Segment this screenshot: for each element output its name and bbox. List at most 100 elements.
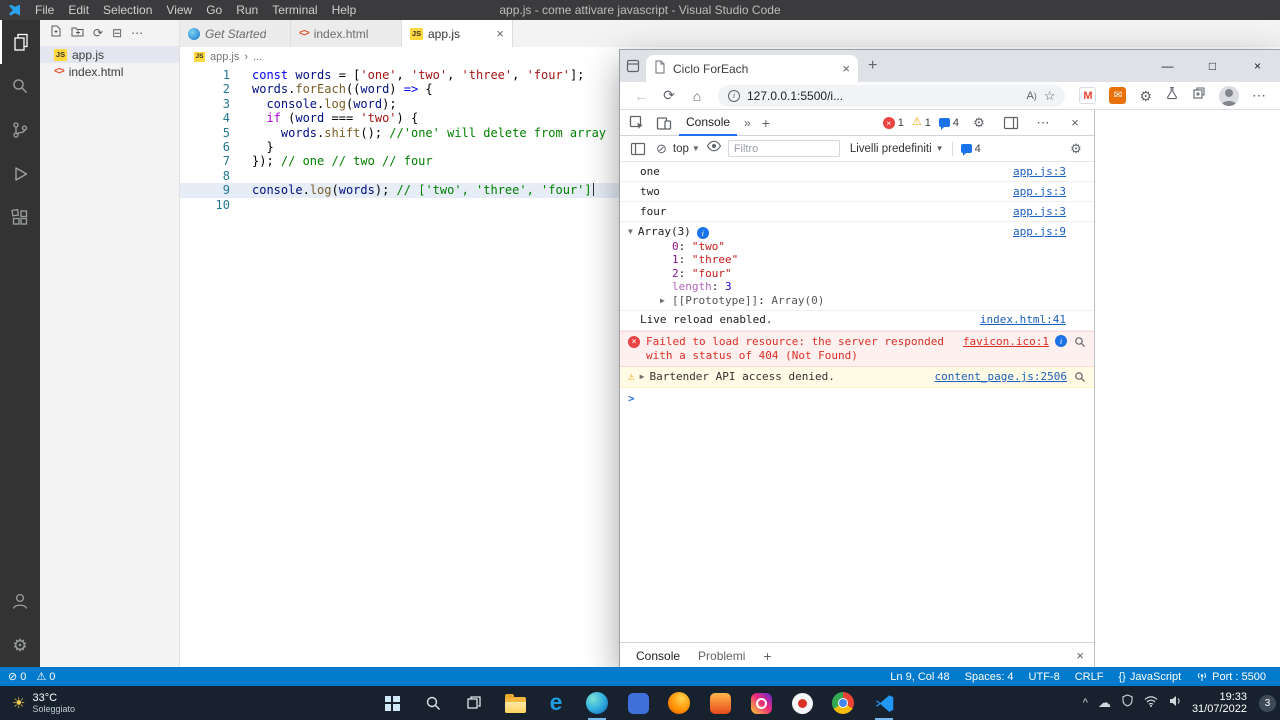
search-icon[interactable] [0, 64, 40, 108]
context-selector[interactable]: top▼ [673, 143, 700, 155]
site-info-icon[interactable]: i [728, 90, 740, 102]
menu-selection[interactable]: Selection [96, 0, 159, 20]
eye-icon[interactable] [706, 138, 722, 159]
collapse-all-icon[interactable]: ⊟ [112, 27, 122, 39]
mail-extension-icon[interactable]: ✉ [1109, 87, 1126, 104]
task-view-button[interactable] [462, 691, 486, 715]
new-tab-button[interactable]: + [868, 58, 877, 74]
problems-errors[interactable]: ⊘0 [8, 670, 26, 683]
console-prompt[interactable]: > [628, 392, 635, 405]
window-close-button[interactable]: × [1235, 50, 1280, 82]
console-source-link[interactable]: content_page.js:2506 [935, 370, 1067, 384]
address-bar[interactable]: i 127.0.0.1:5500/i... A) ☆ [718, 85, 1065, 107]
info-badge-icon[interactable]: i [697, 227, 709, 239]
property-row[interactable]: 1: "three" [628, 253, 1066, 267]
breadcrumb-file[interactable]: app.js [210, 51, 239, 63]
window-minimize-button[interactable]: — [1145, 50, 1190, 82]
taskbar-search-button[interactable] [421, 691, 445, 715]
menu-edit[interactable]: Edit [61, 0, 96, 20]
search-similar-icon[interactable] [1074, 336, 1086, 348]
devtools-tab-console[interactable]: Console [679, 110, 737, 136]
add-drawer-tab-button[interactable]: + [757, 648, 777, 664]
collapse-caret-icon[interactable]: ▼ [628, 225, 633, 239]
devtools-more-icon[interactable]: ⋯ [1031, 111, 1055, 135]
tab-index-html[interactable]: <> index.html [291, 20, 402, 47]
more-actions-icon[interactable]: ⋯ [131, 27, 143, 39]
gmail-extension-icon[interactable]: M [1079, 87, 1096, 104]
window-maximize-button[interactable]: □ [1190, 50, 1235, 82]
browser-menu-icon[interactable]: ⋯ [1252, 87, 1266, 104]
devtools-close-icon[interactable]: × [1063, 111, 1087, 135]
console-source-link[interactable]: favicon.ico:1 [963, 335, 1049, 349]
new-folder-icon[interactable] [71, 24, 84, 42]
add-panel-button[interactable]: + [758, 115, 774, 131]
indentation[interactable]: Spaces: 4 [965, 671, 1014, 683]
file-explorer-icon[interactable] [503, 691, 527, 715]
dock-side-icon[interactable] [999, 111, 1023, 135]
extension-gear-icon[interactable]: ⚙ [1139, 89, 1152, 103]
tray-volume-icon[interactable] [1168, 694, 1182, 712]
error-count-badge[interactable]: ×1 [883, 117, 904, 129]
settings-gear-icon[interactable]: ⚙ [0, 623, 40, 667]
file-item-indexhtml[interactable]: <> index.html [40, 63, 179, 80]
menu-view[interactable]: View [159, 0, 199, 20]
weather-widget[interactable]: ☀ 33°C Soleggiato [0, 686, 87, 720]
refresh-icon[interactable]: ⟳ [93, 27, 103, 39]
device-toolbar-icon[interactable] [652, 111, 676, 135]
drawer-close-icon[interactable]: × [1076, 648, 1084, 663]
devtools-settings-icon[interactable]: ⚙ [967, 111, 991, 135]
problems-warnings[interactable]: ⚠0 [36, 670, 55, 683]
menu-run[interactable]: Run [229, 0, 265, 20]
console-source-link[interactable]: app.js:9 [1013, 225, 1066, 239]
page-content[interactable] [1095, 110, 1280, 668]
profile-avatar[interactable] [1219, 86, 1239, 106]
property-row[interactable]: length: 3 [628, 280, 1066, 294]
blue-app-icon[interactable] [626, 691, 650, 715]
back-icon[interactable]: ← [628, 88, 654, 104]
refresh-icon[interactable]: ⟳ [656, 87, 682, 104]
notification-badge[interactable]: 3 [1259, 695, 1276, 712]
browser-tab[interactable]: Ciclo ForEach × [646, 55, 858, 82]
url-text[interactable]: 127.0.0.1:5500/i... [747, 89, 843, 103]
property-row[interactable]: ▶[[Prototype]]: Array(0) [628, 294, 1066, 308]
tab-app-js[interactable]: JS app.js × [402, 20, 513, 47]
console-settings-icon[interactable]: ⚙ [1064, 137, 1088, 161]
console-source-link[interactable]: app.js:3 [1013, 205, 1066, 219]
extensions-icon[interactable] [0, 196, 40, 240]
instagram-icon[interactable] [749, 691, 773, 715]
search-similar-icon[interactable] [1074, 371, 1086, 383]
warning-count-badge[interactable]: ⚠1 [912, 117, 931, 129]
language-mode[interactable]: {}JavaScript [1118, 671, 1181, 683]
taskbar-clock[interactable]: 19:33 31/07/2022 [1192, 691, 1247, 716]
account-icon[interactable] [0, 579, 40, 623]
tray-wifi-icon[interactable] [1144, 694, 1158, 712]
clear-console-icon[interactable]: ⊘ [656, 141, 667, 157]
property-row[interactable]: 0: "two" [628, 240, 1066, 254]
inspect-icon[interactable] [625, 111, 649, 135]
edge-icon[interactable] [585, 691, 609, 715]
property-row[interactable]: 2: "four" [628, 267, 1066, 281]
issue-badge-icon[interactable]: i [1055, 335, 1067, 347]
more-tabs-icon[interactable]: » [740, 116, 755, 130]
eol-sequence[interactable]: CRLF [1075, 671, 1104, 683]
read-aloud-icon[interactable]: A) [1026, 90, 1036, 102]
explorer-icon[interactable] [0, 20, 40, 64]
start-button[interactable] [380, 691, 404, 715]
run-debug-icon[interactable] [0, 152, 40, 196]
source-control-icon[interactable] [0, 108, 40, 152]
light-app-icon[interactable] [790, 691, 814, 715]
expand-caret-icon[interactable]: ▶ [640, 370, 645, 384]
tray-cloud-icon[interactable]: ☁ [1098, 695, 1111, 711]
tab-close-icon[interactable]: × [842, 61, 850, 76]
log-levels-selector[interactable]: Livelli predefiniti▼ [850, 143, 944, 155]
edge-legacy-icon[interactable]: e [544, 691, 568, 715]
collections-icon[interactable] [1192, 86, 1206, 105]
console-filter-input[interactable] [728, 140, 840, 157]
menu-go[interactable]: Go [199, 0, 229, 20]
hidden-icons-chevron[interactable]: ^ [1083, 697, 1088, 709]
menu-file[interactable]: File [28, 0, 61, 20]
console-source-link[interactable]: index.html:41 [980, 313, 1066, 327]
drawer-tab-problems[interactable]: Problemi [692, 643, 751, 668]
menu-help[interactable]: Help [325, 0, 364, 20]
console-source-link[interactable]: app.js:3 [1013, 165, 1066, 179]
